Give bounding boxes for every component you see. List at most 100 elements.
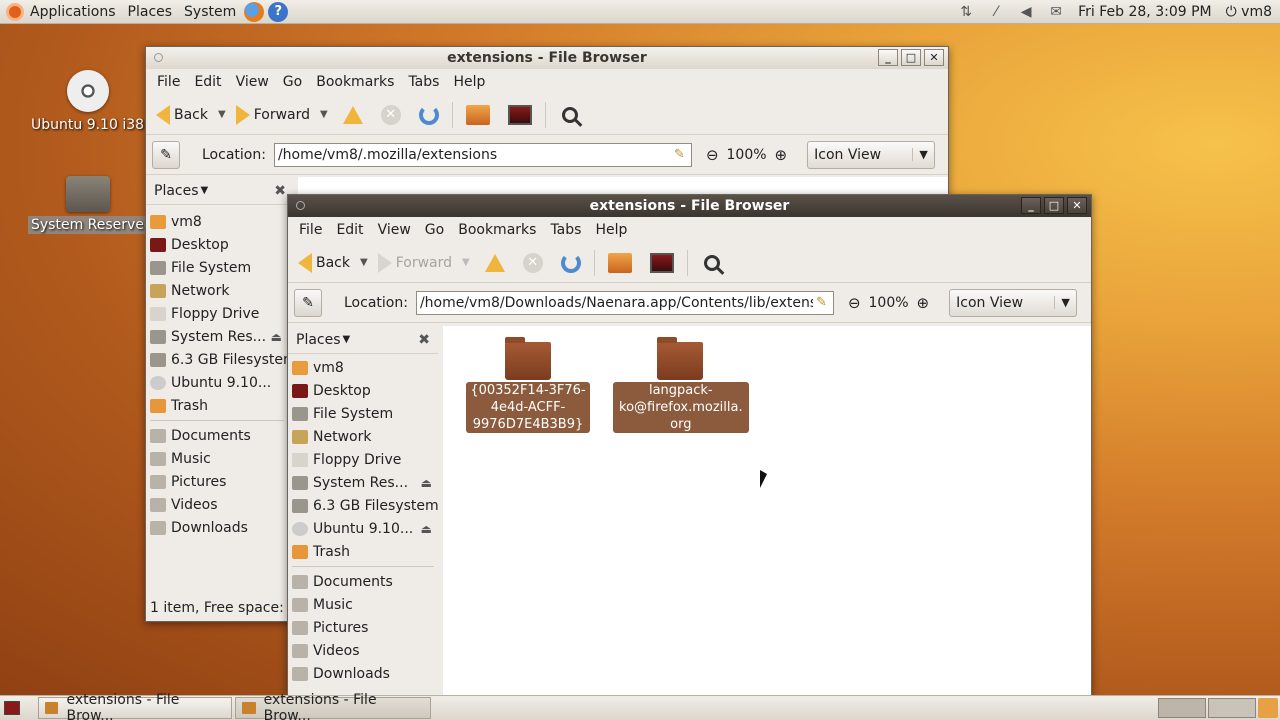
sidebar-item-music[interactable]: Music <box>288 593 438 616</box>
places-header[interactable]: Places ▼ ✖ <box>288 326 438 354</box>
reload-icon[interactable] <box>560 252 581 273</box>
sidebar-item-documents[interactable]: Documents <box>288 570 438 593</box>
file-browser-window-front[interactable]: extensions - File Browser _ □ ✕ File Edi… <box>287 194 1092 704</box>
sidebar-item-downloads[interactable]: Downloads <box>146 516 288 539</box>
sidebar-item-filesystem[interactable]: File System <box>288 402 438 425</box>
help-icon[interactable]: ? <box>268 1 289 22</box>
sidebar-item-filesystem-63[interactable]: 6.3 GB Filesystem <box>288 494 438 517</box>
menu-view[interactable]: View <box>371 222 418 238</box>
maximize-button[interactable]: □ <box>901 49 921 66</box>
forward-history-dropdown[interactable]: ▼ <box>314 109 334 120</box>
reload-icon[interactable] <box>418 104 439 125</box>
menu-bookmarks[interactable]: Bookmarks <box>451 222 543 238</box>
sidebar-item-filesystem[interactable]: File System <box>146 256 288 279</box>
sidebar-item-trash[interactable]: Trash <box>288 540 438 563</box>
folder-item[interactable]: langpack-ko@firefox.mozilla. org <box>613 337 749 433</box>
system-menu[interactable]: System <box>178 0 242 23</box>
sidebar-item-downloads[interactable]: Downloads <box>288 662 438 685</box>
zoom-out-icon[interactable]: ⊖ <box>848 294 861 312</box>
sidebar-item-documents[interactable]: Documents <box>146 424 288 447</box>
network-disconnected-icon[interactable]: ⁄ <box>988 4 1004 20</box>
search-icon[interactable] <box>561 106 578 123</box>
sidebar-item-desktop[interactable]: Desktop <box>146 233 288 256</box>
forward-button[interactable]: Forward <box>374 248 456 278</box>
mail-icon[interactable]: ✉ <box>1048 4 1064 20</box>
places-header[interactable]: Places ▼ ✖ <box>146 177 294 205</box>
menu-go[interactable]: Go <box>418 222 451 238</box>
home-folder-icon[interactable] <box>465 104 490 125</box>
sidebar-item-home[interactable]: vm8 <box>146 210 288 233</box>
menu-edit[interactable]: Edit <box>187 74 228 90</box>
firefox-launcher-icon[interactable] <box>244 1 265 22</box>
home-folder-icon[interactable] <box>607 252 632 273</box>
computer-icon[interactable] <box>507 104 532 125</box>
menu-tabs[interactable]: Tabs <box>543 222 588 238</box>
sidebar-item-floppy[interactable]: Floppy Drive <box>288 448 438 471</box>
eject-icon[interactable]: ⏏ <box>421 522 432 536</box>
back-button[interactable]: Back <box>294 248 354 278</box>
zoom-out-icon[interactable]: ⊖ <box>706 146 719 164</box>
show-desktop-icon[interactable] <box>4 701 20 715</box>
sidebar-item-videos[interactable]: Videos <box>146 493 288 516</box>
maximize-button[interactable]: □ <box>1044 197 1064 214</box>
sidebar-item-network[interactable]: Network <box>288 425 438 448</box>
desktop-icon-drive[interactable]: System Reserved <box>28 176 156 234</box>
menu-view[interactable]: View <box>229 74 276 90</box>
workspace-2[interactable] <box>1208 698 1256 718</box>
taskbar-item-active[interactable]: extensions - File Brow... <box>235 692 431 720</box>
trash-applet-icon[interactable] <box>1258 698 1278 718</box>
sidebar-item-videos[interactable]: Videos <box>288 639 438 662</box>
zoom-in-icon[interactable]: ⊕ <box>775 146 788 164</box>
sidebar-item-filesystem-63[interactable]: 6.3 GB Filesystem <box>146 348 288 371</box>
volume-icon[interactable]: ◀ <box>1018 4 1034 20</box>
menu-help[interactable]: Help <box>588 222 634 238</box>
edit-location-button[interactable]: ✎ <box>294 288 322 317</box>
eject-icon[interactable]: ⏏ <box>421 476 432 490</box>
sidebar-item-home[interactable]: vm8 <box>288 356 438 379</box>
network-icon[interactable]: ⇅ <box>958 4 974 20</box>
taskbar-item[interactable]: extensions - File Brow... <box>38 692 232 720</box>
menu-help[interactable]: Help <box>446 74 492 90</box>
desktop-icon-cd[interactable]: Ubuntu 9.10 i386 <box>28 70 153 134</box>
minimize-button[interactable]: _ <box>1021 197 1041 214</box>
computer-icon[interactable] <box>649 252 674 273</box>
back-history-dropdown[interactable]: ▼ <box>212 109 232 120</box>
sidebar-item-floppy[interactable]: Floppy Drive <box>146 302 288 325</box>
eject-icon[interactable]: ⏏ <box>271 330 282 344</box>
sidebar-item-music[interactable]: Music <box>146 447 288 470</box>
location-input[interactable] <box>273 142 692 167</box>
menu-file[interactable]: File <box>292 222 329 238</box>
sidebar-item-system-reserved[interactable]: System Res... ⏏ <box>146 325 288 348</box>
close-sidebar-icon[interactable]: ✖ <box>418 332 430 348</box>
location-input[interactable] <box>415 290 834 315</box>
user-menu[interactable]: ⏻ vm8 <box>1226 4 1272 20</box>
menu-go[interactable]: Go <box>276 74 309 90</box>
menu-edit[interactable]: Edit <box>329 222 370 238</box>
sidebar-item-system-reserved[interactable]: System Res... ⏏ <box>288 471 438 494</box>
stop-icon[interactable]: ✕ <box>380 104 401 125</box>
window-menu-icon[interactable] <box>296 201 305 210</box>
menu-bookmarks[interactable]: Bookmarks <box>309 74 401 90</box>
sidebar-item-pictures[interactable]: Pictures <box>288 616 438 639</box>
window-titlebar[interactable]: extensions - File Browser _ □ ✕ <box>146 47 948 69</box>
forward-button[interactable]: Forward <box>232 100 314 130</box>
sidebar-item-ubuntu-cd[interactable]: Ubuntu 9.10... ⏏ <box>288 517 438 540</box>
minimize-button[interactable]: _ <box>878 49 898 66</box>
view-mode-select[interactable]: Icon View ▼ <box>807 140 936 169</box>
up-arrow-icon[interactable] <box>484 253 505 272</box>
menu-tabs[interactable]: Tabs <box>401 74 446 90</box>
menu-file[interactable]: File <box>150 74 187 90</box>
file-view[interactable]: {00352F14-3F76- 4e4d-ACFF- 9976D7E4B3B9} l… <box>443 326 1091 704</box>
window-menu-icon[interactable] <box>154 53 163 62</box>
back-button[interactable]: Back <box>152 100 212 130</box>
sidebar-item-trash[interactable]: Trash <box>146 394 288 417</box>
places-menu[interactable]: Places <box>122 0 179 23</box>
folder-item[interactable]: {00352F14-3F76- 4e4d-ACFF- 9976D7E4B3B9} <box>461 337 595 433</box>
close-button[interactable]: ✕ <box>1067 197 1087 214</box>
sidebar-item-desktop[interactable]: Desktop <box>288 379 438 402</box>
sidebar-item-ubuntu-cd[interactable]: Ubuntu 9.10... <box>146 371 288 394</box>
forward-history-dropdown[interactable]: ▼ <box>456 257 476 268</box>
window-titlebar[interactable]: extensions - File Browser _ □ ✕ <box>288 195 1091 217</box>
up-arrow-icon[interactable] <box>342 105 363 124</box>
workspace-1[interactable] <box>1158 698 1206 718</box>
